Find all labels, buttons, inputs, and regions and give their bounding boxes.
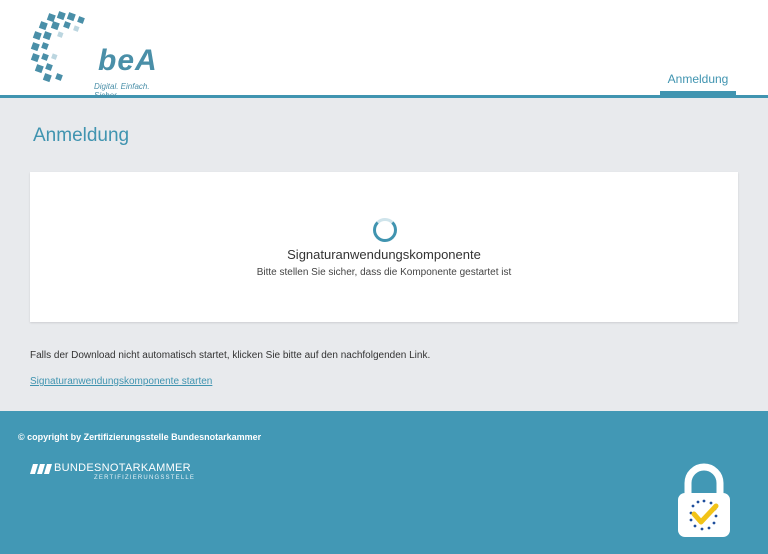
bundesnotarkammer-logo-icon — [30, 464, 52, 474]
org-subtitle: ZERTIFIZIERUNGSSTELLE — [94, 475, 196, 481]
card-title: Signaturanwendungskomponente — [287, 247, 481, 262]
org-name: BUNDESNOTARKAMMER — [54, 462, 191, 474]
status-card: Signaturanwendungskomponente Bitte stell… — [30, 172, 738, 322]
logo-tagline: Digital. Einfach. Sicher. — [94, 82, 150, 100]
logo-text: beA — [98, 44, 158, 77]
bea-logo-icon — [30, 11, 85, 83]
tab-active-indicator — [660, 91, 736, 95]
footer: © copyright by Zertifizierungsstelle Bun… — [0, 411, 768, 554]
security-lock-icon — [678, 463, 730, 537]
card-subtitle: Bitte stellen Sie sicher, dass die Kompo… — [256, 267, 512, 278]
tab-anmeldung[interactable]: Anmeldung — [660, 72, 736, 86]
start-component-link[interactable]: Signaturanwendungskomponente starten — [30, 376, 212, 387]
download-info-text: Falls der Download nicht automatisch sta… — [30, 350, 431, 361]
loading-spinner-icon — [373, 218, 397, 242]
bea-logo[interactable]: beA Digital. Einfach. Sicher. — [28, 10, 168, 100]
copyright-text: © copyright by Zertifizierungsstelle Bun… — [18, 432, 262, 442]
page-title: Anmeldung — [33, 125, 130, 146]
header: beA Digital. Einfach. Sicher. Anmeldung — [0, 0, 768, 100]
